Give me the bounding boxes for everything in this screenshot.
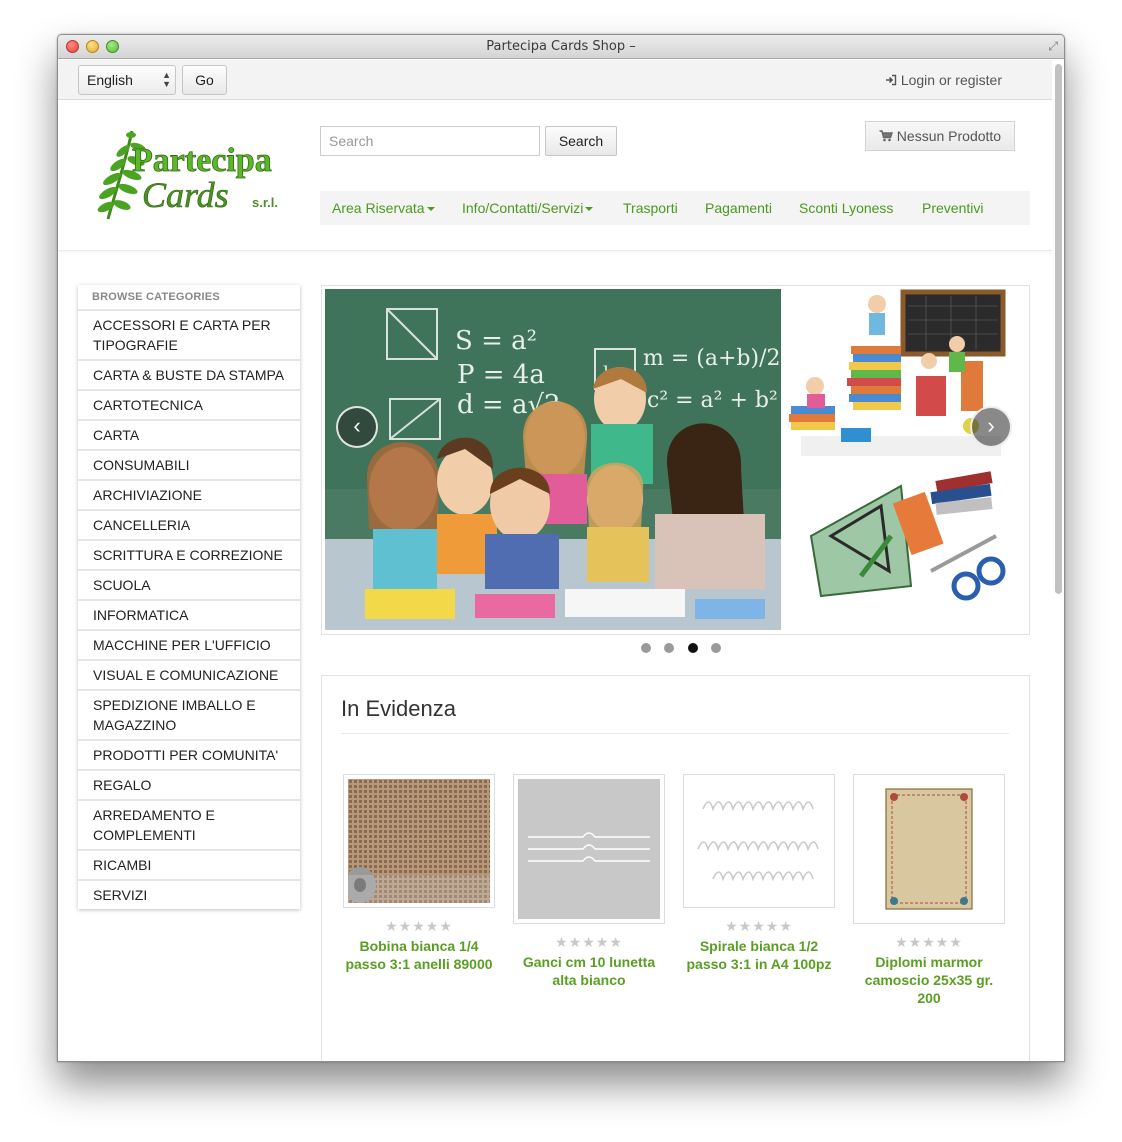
slider-next-button[interactable]: › xyxy=(970,406,1012,448)
category-item[interactable]: CONSUMABILI xyxy=(78,449,300,479)
partecipa-cards-logo[interactable]: Partecipa Cards s.r.l. xyxy=(86,127,286,223)
login-register-link[interactable]: Login or register xyxy=(885,72,1002,88)
nav-item-trasporti[interactable]: Trasporti xyxy=(623,200,678,216)
hero-slider: S = a² P = 4a d = a√2 m = (a+b)/2 h c² =… xyxy=(321,285,1030,635)
slider-dot-active[interactable] xyxy=(687,643,698,653)
svg-text:Cards: Cards xyxy=(142,175,229,215)
page-viewport: English ▲ ▼ Go Login or register Parteci… xyxy=(58,60,1064,1061)
vertical-scrollbar[interactable] xyxy=(1055,64,1062,594)
category-item[interactable]: RICAMBI xyxy=(78,849,300,879)
product-image[interactable] xyxy=(513,774,665,924)
search-input[interactable]: Search xyxy=(320,126,540,156)
board-formula: S = a² xyxy=(455,326,537,356)
chevron-right-icon: › xyxy=(987,413,995,438)
chevron-left-icon: ‹ xyxy=(353,413,361,438)
language-select-value: English xyxy=(87,72,133,88)
login-register-label: Login or register xyxy=(900,72,1002,88)
category-item[interactable]: SPEDIZIONE IMBALLO E MAGAZZINO xyxy=(78,689,300,739)
category-item[interactable]: VISUAL E COMUNICAZIONE xyxy=(78,659,300,689)
window-title: Partecipa Cards Shop – xyxy=(486,39,636,54)
main-navigation: Area Riservata Info/Contatti/Servizi Tra… xyxy=(320,191,1030,225)
nav-item-pagamenti[interactable]: Pagamenti xyxy=(705,200,772,216)
product-image[interactable] xyxy=(853,774,1005,924)
category-item[interactable]: ARCHIVIAZIONE xyxy=(78,479,300,509)
product-card: ★★★★★ Diplomi marmor camoscio 25x35 gr. … xyxy=(853,774,1005,1007)
sidebar-title: BROWSE CATEGORIES xyxy=(92,291,220,303)
caret-down-icon xyxy=(585,207,594,212)
category-item[interactable]: SCUOLA xyxy=(78,569,300,599)
product-image[interactable] xyxy=(683,774,835,908)
nav-item-info-contatti-servizi[interactable]: Info/Contatti/Servizi xyxy=(462,200,594,216)
category-item[interactable]: SERVIZI xyxy=(78,879,300,909)
product-name-link[interactable]: Bobina bianca 1/4 passo 3:1 anelli 89000 xyxy=(343,937,495,973)
svg-text:s.r.l.: s.r.l. xyxy=(252,195,278,210)
classroom-photo: S = a² P = 4a d = a√2 m = (a+b)/2 h c² =… xyxy=(325,289,781,630)
nav-item-sconti-lyoness[interactable]: Sconti Lyoness xyxy=(799,200,893,216)
search-button[interactable]: Search xyxy=(545,126,617,156)
slider-dot[interactable] xyxy=(711,643,722,653)
board-formula: c² = a² + b² xyxy=(647,388,778,413)
category-item[interactable]: MACCHINE PER L'UFFICIO xyxy=(78,629,300,659)
slider-dot[interactable] xyxy=(664,643,675,653)
featured-products: In Evidenza ★★★★★ Bobina bianca 1/4 pass… xyxy=(321,675,1030,1061)
select-arrows-icon: ▲ ▼ xyxy=(162,70,171,89)
slider-dot[interactable] xyxy=(641,643,651,653)
slider-pagination xyxy=(641,640,730,653)
product-card: ★★★★★ Bobina bianca 1/4 passo 3:1 anelli… xyxy=(343,774,495,973)
featured-title: In Evidenza xyxy=(341,696,456,721)
fullscreen-icon[interactable]: ⤢ xyxy=(1048,39,1058,54)
slider-prev-button[interactable]: ‹ xyxy=(336,406,378,448)
nav-item-area-riservata[interactable]: Area Riservata xyxy=(332,200,435,216)
category-item[interactable]: REGALO xyxy=(78,769,300,799)
cart-label: Nessun Prodotto xyxy=(896,128,1002,144)
go-button[interactable]: Go xyxy=(182,65,227,95)
category-item[interactable]: PRODOTTI PER COMUNITA' xyxy=(78,739,300,769)
category-item[interactable]: CANCELLERIA xyxy=(78,509,300,539)
shopping-cart-icon xyxy=(879,128,897,144)
board-formula: P = 4a xyxy=(457,360,545,390)
product-card: ★★★★★ Spirale bianca 1/2 passo 3:1 in A4… xyxy=(683,774,835,973)
sign-in-icon xyxy=(885,72,901,88)
product-name-link[interactable]: Diplomi marmor camoscio 25x35 gr. 200 xyxy=(853,953,1005,1007)
rating-stars: ★★★★★ xyxy=(385,918,453,934)
nav-item-preventivi[interactable]: Preventivi xyxy=(922,200,983,216)
product-image[interactable] xyxy=(343,774,495,908)
language-select[interactable]: English ▲ ▼ xyxy=(78,65,176,95)
categories-sidebar: BROWSE CATEGORIES ACCESSORI E CARTA PER … xyxy=(78,285,300,909)
rating-stars: ★★★★★ xyxy=(555,934,623,950)
svg-text:Partecipa: Partecipa xyxy=(132,142,272,179)
product-name-link[interactable]: Spirale bianca 1/2 passo 3:1 in A4 100pz xyxy=(683,937,835,973)
category-item[interactable]: CARTA xyxy=(78,419,300,449)
category-item[interactable]: INFORMATICA xyxy=(78,599,300,629)
divider xyxy=(341,733,1009,734)
category-item[interactable]: CARTOTECNICA xyxy=(78,389,300,419)
rating-stars: ★★★★★ xyxy=(725,918,793,934)
top-bar: English ▲ ▼ Go Login or register xyxy=(58,60,1052,100)
browser-window: Partecipa Cards Shop – ⤢ English ▲ ▼ Go L… xyxy=(57,34,1065,1062)
board-formula: m = (a+b)/2 xyxy=(643,346,781,371)
category-item[interactable]: CARTA & BUSTE DA STAMPA xyxy=(78,359,300,389)
product-card: ★★★★★ Ganci cm 10 lunetta alta bianco xyxy=(513,774,665,989)
category-item[interactable]: SCRITTURA E CORREZIONE xyxy=(78,539,300,569)
title-bar: Partecipa Cards Shop – ⤢ xyxy=(58,35,1064,59)
category-item[interactable]: ARREDAMENTO E COMPLEMENTI xyxy=(78,799,300,849)
caret-down-icon xyxy=(426,207,435,212)
site-header: Partecipa Cards s.r.l. Search Search Nes xyxy=(58,101,1052,251)
school-illustration xyxy=(781,286,1029,634)
rating-stars: ★★★★★ xyxy=(895,934,963,950)
search-placeholder: Search xyxy=(329,133,374,149)
category-item[interactable]: ACCESSORI E CARTA PER TIPOGRAFIE xyxy=(78,309,300,359)
product-name-link[interactable]: Ganci cm 10 lunetta alta bianco xyxy=(513,953,665,989)
cart-button[interactable]: Nessun Prodotto xyxy=(865,121,1015,151)
